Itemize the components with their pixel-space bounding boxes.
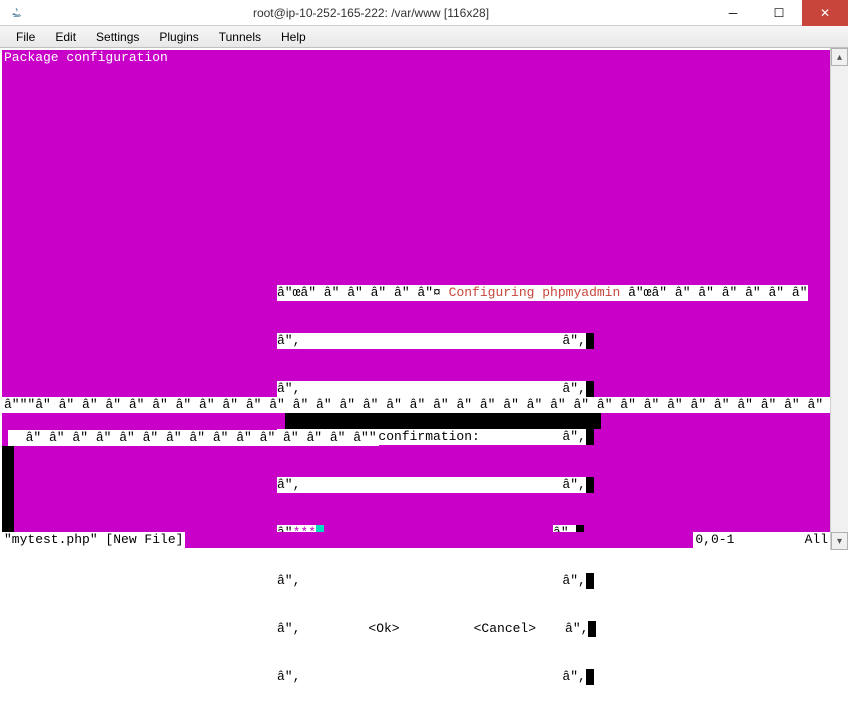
dialog-side: â", — [562, 429, 585, 445]
menu-settings[interactable]: Settings — [86, 28, 149, 46]
menubar: File Edit Settings Plugins Tunnels Help — [0, 26, 848, 48]
menu-plugins[interactable]: Plugins — [149, 28, 208, 46]
dialog-side: â", — [562, 477, 585, 493]
dialog-side: â", — [277, 477, 300, 493]
status-bar: "mytest.php" [New File] 0,0-1 All — [2, 532, 830, 548]
dialog-side: â", — [562, 669, 585, 685]
dialog-side: â", — [277, 381, 300, 397]
dialog-title: Configuring phpmyadmin — [449, 285, 621, 301]
dialog-border-left: â"œâ" â" â" â" â" â"¤ — [277, 285, 449, 301]
dialog-side: â", — [277, 573, 300, 589]
window-title: root@ip-10-252-165-222: /var/www [116x28… — [32, 6, 710, 20]
dialog-side: â", — [565, 621, 588, 637]
dialog-border-right: â"œâ" â" â" â" â" â" â" — [620, 285, 807, 301]
dialog-side: â", — [562, 381, 585, 397]
scroll-down-button[interactable]: ▾ — [831, 532, 848, 550]
menu-help[interactable]: Help — [271, 28, 316, 46]
dialog-shadow — [586, 381, 594, 397]
scrollbar[interactable]: ▴ ▾ — [830, 48, 848, 550]
java-icon — [6, 3, 26, 23]
close-button[interactable]: ✕ — [802, 0, 848, 26]
cancel-button[interactable]: <Cancel> — [474, 621, 536, 637]
dialog-side: â", — [277, 621, 300, 637]
left-pad — [2, 446, 14, 534]
menu-edit[interactable]: Edit — [45, 28, 86, 46]
scroll-up-button[interactable]: ▴ — [831, 48, 848, 66]
dialog-shadow — [586, 429, 594, 445]
dialog-side: â", — [562, 573, 585, 589]
maximize-button[interactable]: ☐ — [756, 0, 802, 26]
dialog-shadow — [586, 669, 594, 685]
dialog-shadow — [588, 621, 596, 637]
dialog-side: â", — [562, 333, 585, 349]
package-config-label: Package configuration — [2, 50, 170, 66]
small-border-strip: â" â" â" â" â" â" â" â" â" â" â" â" â" â… — [8, 430, 379, 446]
menu-file[interactable]: File — [6, 28, 45, 46]
terminal-container: Package configuration â"œâ" â" â" â" â" … — [0, 48, 848, 550]
dialog-shadow — [586, 477, 594, 493]
minimize-button[interactable]: ─ — [710, 0, 756, 26]
dialog-shadow — [586, 573, 594, 589]
dialog-border-bottom: â"""â" â" â" â" â" â" â" â" â" â" â" â" … — [2, 397, 830, 413]
dialog-side: â", — [277, 333, 300, 349]
status-filename: "mytest.php" [New File] — [2, 532, 185, 548]
dialog-shadow-bottom — [285, 413, 601, 429]
dialog-shadow — [586, 333, 594, 349]
titlebar: root@ip-10-252-165-222: /var/www [116x28… — [0, 0, 848, 26]
terminal[interactable]: Package configuration â"œâ" â" â" â" â" … — [2, 50, 830, 548]
ncurses-dialog: â"œâ" â" â" â" â" â"¤ Configuring phpmya… — [277, 253, 808, 717]
menu-tunnels[interactable]: Tunnels — [209, 28, 271, 46]
status-position: 0,0-1 All — [693, 532, 830, 548]
ok-button[interactable]: <Ok> — [368, 621, 399, 637]
dialog-side: â", — [277, 669, 300, 685]
